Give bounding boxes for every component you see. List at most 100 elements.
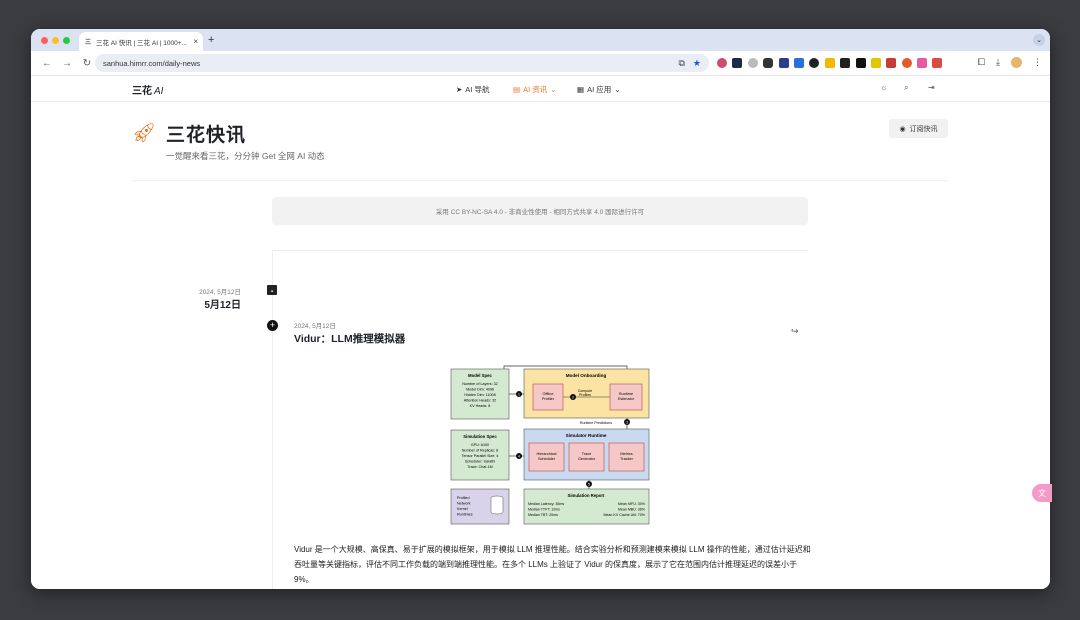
back-icon[interactable]: ← <box>37 58 57 69</box>
address-bar[interactable]: ⇆ sanhua.himrr.com/daily-news ⧉ ★ <box>95 54 709 110</box>
cursor-icon: ➤ <box>456 85 463 94</box>
model-spec-title: Model Spec <box>468 373 492 378</box>
divider <box>272 250 808 251</box>
subscribe-label: 订阅快讯 <box>909 125 938 133</box>
tab-title: 三花 AI 快讯 | 三花 AI | 1000+... <box>96 39 187 47</box>
site-logo[interactable]: 三花 AI <box>132 82 163 97</box>
extension-1-icon[interactable] <box>717 58 727 68</box>
menu-icon[interactable]: ⋮ <box>1033 57 1042 68</box>
trace-generator-label: Generator <box>578 457 596 461</box>
extension-12-icon[interactable] <box>886 58 897 68</box>
simulation-spec-line: Scheduler: Sarathi <box>465 460 496 464</box>
calendar-icon: ▪ <box>267 285 277 295</box>
tab-search-icon[interactable]: ⌄ <box>1033 34 1045 46</box>
nav-label: AI 导航 <box>465 85 490 94</box>
plus-circle-icon[interactable]: + <box>267 320 278 331</box>
divider <box>132 180 948 181</box>
step-marker-5-label: 5 <box>588 482 590 486</box>
extension-7-icon[interactable] <box>809 58 820 68</box>
extension-5-icon[interactable] <box>778 58 789 68</box>
close-window-button[interactable] <box>41 37 48 44</box>
minimize-window-button[interactable] <box>52 37 59 44</box>
forward-icon[interactable]: → <box>57 58 77 69</box>
scheduler-label: Hierarchical <box>536 452 556 456</box>
install-app-icon[interactable]: ⧉ <box>678 58 684 69</box>
download-icon[interactable]: ⤓ <box>996 57 1000 68</box>
extension-9-icon[interactable] <box>840 58 851 68</box>
step-marker-4-label: 4 <box>518 454 520 458</box>
model-spec-line: Number of Layers: 32 <box>462 382 497 386</box>
extension-14-icon[interactable] <box>917 58 928 68</box>
toolbar-right: ⧠ ⤓ ⋮ <box>978 57 1042 68</box>
share-icon[interactable]: ↪ <box>791 326 799 337</box>
logo-suffix: AI <box>154 86 164 97</box>
report-metric: Mean KV Cache Util: 70% <box>603 513 645 517</box>
reload-icon[interactable]: ↻ <box>77 58 97 69</box>
simulation-spec-line: GPU: A100 <box>471 443 489 447</box>
extensions-icon[interactable]: ⧠ <box>978 57 985 68</box>
step-marker-2-label: 2 <box>572 395 574 399</box>
extension-4-icon[interactable] <box>763 58 774 68</box>
timeline-date-small: 2024, 5月12日 <box>199 289 241 296</box>
chevron-down-icon: ⌄ <box>550 85 557 94</box>
new-tab-button[interactable]: + <box>208 34 214 46</box>
login-icon[interactable]: ⇥ <box>928 83 935 92</box>
url-text: sanhua.himrr.com/daily-news <box>103 58 201 68</box>
page-title: 三花快讯 <box>166 125 247 146</box>
simulation-spec-line: Trace: Chat-1M <box>467 465 492 469</box>
compute-profiles-label: Profiles <box>579 393 591 397</box>
extension-6-icon[interactable] <box>793 58 804 68</box>
search-icon[interactable]: ⌕ <box>904 83 908 93</box>
chat-icon: ◉ <box>899 125 906 133</box>
model-spec-line: Attention Heads: 32 <box>464 399 496 403</box>
browser-toolbar: ← → ↻ ⇆ sanhua.himrr.com/daily-news ⧉ ★ <box>31 51 1050 110</box>
simulation-spec-title: Simulation Spec <box>463 434 497 439</box>
step-marker-3-label: 3 <box>626 420 628 424</box>
timeline-date-large: 5月12日 <box>204 300 241 311</box>
nav-ai-navigation[interactable]: ➤ AI 导航 <box>456 84 489 95</box>
post-title[interactable]: Vidur：LLM推理模拟器 <box>294 331 405 346</box>
nav-ai-news[interactable]: ▤ AI 资讯 ⌄ <box>513 84 557 95</box>
simulator-runtime-title: Simulator Runtime <box>566 433 607 438</box>
floating-translate-icon[interactable]: 文 <box>1032 484 1052 502</box>
zoom-window-button[interactable] <box>63 37 70 44</box>
model-spec-line: Model Dim: 4096 <box>466 388 494 392</box>
logo-text: 三花 <box>132 86 152 97</box>
subscribe-button[interactable]: ◉ 订阅快讯 <box>889 119 948 138</box>
extension-11-icon[interactable] <box>870 58 881 68</box>
nav-label: AI 应用 <box>587 85 612 94</box>
report-metric: Mean MBU: 36% <box>618 508 646 512</box>
browser-tab[interactable]: 三 三花 AI 快讯 | 三花 AI | 1000+... × <box>79 32 203 51</box>
profiled-label: Kernel <box>457 507 468 511</box>
simulation-spec-line: Number of Replicas: 8 <box>462 449 498 453</box>
runtime-estimator-label: Runtime <box>619 392 633 396</box>
profiled-label: Network <box>457 502 471 506</box>
model-spec-line: Hidden Dim: 11008 <box>464 393 495 397</box>
sun-icon[interactable]: ☼ <box>880 83 887 92</box>
simulation-report-title: Simulation Report <box>567 493 605 498</box>
extension-13-icon[interactable] <box>901 58 912 68</box>
extension-3-icon[interactable] <box>747 58 758 68</box>
extension-8-icon[interactable] <box>824 58 835 68</box>
profiled-label: Runtimes <box>457 513 473 517</box>
extension-15-icon[interactable] <box>932 58 943 68</box>
rocket-icon: 🚀︎ <box>132 123 157 144</box>
offline-profiler-label: Profiler <box>542 397 555 401</box>
trace-generator-label: Trace <box>582 452 592 456</box>
runtime-predictions-label: Runtime Predictions <box>580 421 612 425</box>
chevron-down-icon: ⌄ <box>614 85 621 94</box>
profile-avatar[interactable] <box>1011 57 1022 68</box>
profiled-label: Profiled <box>457 496 470 500</box>
report-metric: Median TTFT: 12ms <box>528 508 560 512</box>
tab-close-icon[interactable]: × <box>193 37 198 46</box>
nav-ai-apps[interactable]: ▦ AI 应用 ⌄ <box>577 84 621 95</box>
post-date: 2024, 5月12日 <box>294 323 336 330</box>
metrics-tracker-label: Metrics <box>620 452 632 456</box>
bookmark-star-icon[interactable]: ★ <box>693 58 701 69</box>
extensions-bar <box>717 58 943 68</box>
extension-2-icon[interactable] <box>732 58 743 68</box>
site-header: 三花 AI ➤ AI 导航 ▤ AI 资讯 ⌄ ▦ AI 应用 ⌄ ☼ ⌕ ⇥ <box>31 76 1050 102</box>
metrics-tracker-label: Tracker <box>620 457 633 461</box>
extension-10-icon[interactable] <box>855 58 866 68</box>
report-metric: Median Latency: 35ms <box>528 502 564 506</box>
